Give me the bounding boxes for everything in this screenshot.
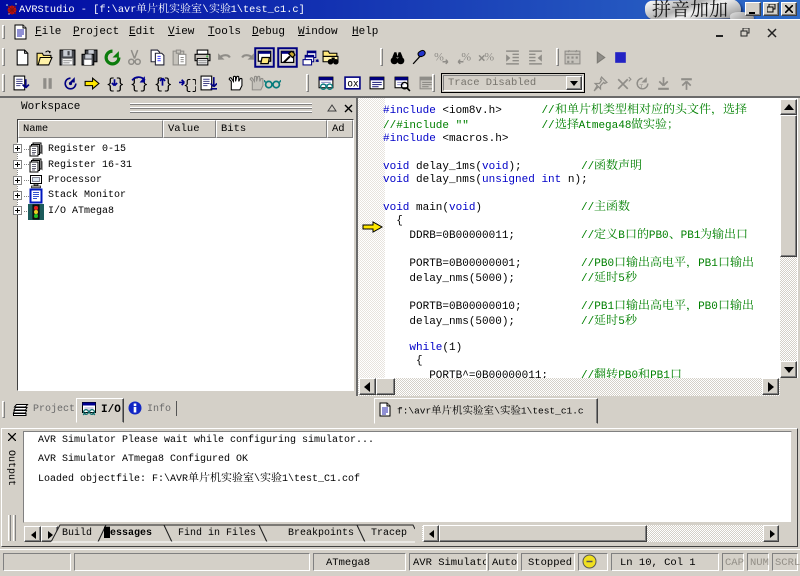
svg-text:T: T <box>639 84 643 91</box>
svg-text:{: { <box>130 77 139 92</box>
svg-text:%: % <box>484 51 494 64</box>
svg-text:ox: ox <box>347 79 359 90</box>
svg-text:{}: {} <box>183 78 196 92</box>
